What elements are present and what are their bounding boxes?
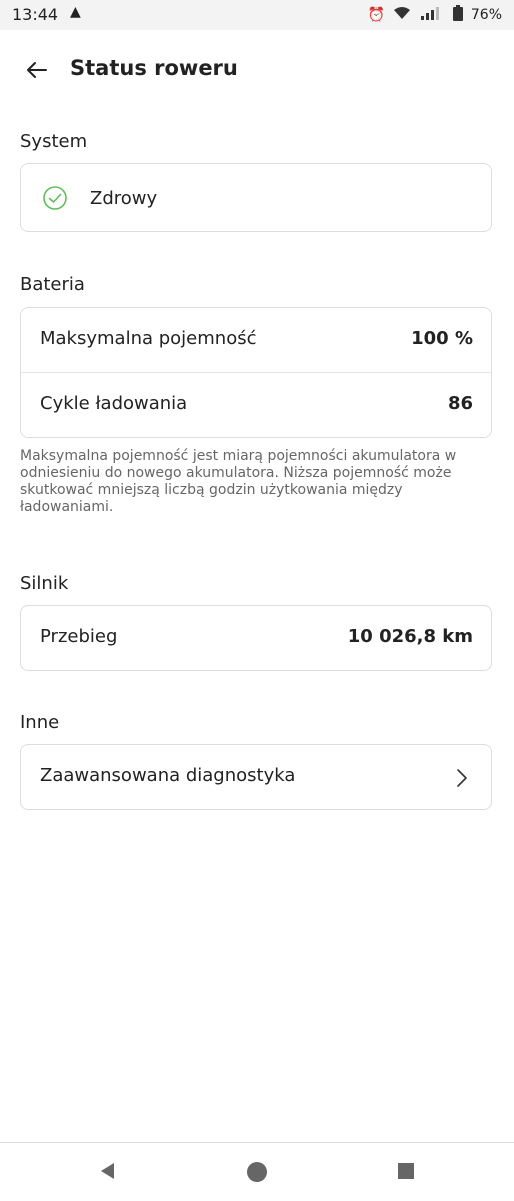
triangle-back-icon <box>101 1163 114 1179</box>
max-capacity-value: 100 % <box>411 328 473 349</box>
chevron-right-icon <box>457 769 467 787</box>
page-title: Status roweru <box>70 56 238 80</box>
nav-recents-button[interactable] <box>396 1161 416 1185</box>
battery-row-charge-cycles: Cykle ładowania 86 <box>21 372 491 437</box>
advanced-diagnostics-item[interactable]: Zaawansowana diagnostyka <box>21 745 491 809</box>
system-navigation-bar <box>0 1142 514 1201</box>
warning-icon: ▲ <box>70 4 81 20</box>
max-capacity-label: Maksymalna pojemność <box>40 328 257 349</box>
section-title-other: Inne <box>20 712 60 733</box>
back-button[interactable] <box>22 54 54 86</box>
battery-percent: 76% <box>470 7 502 23</box>
nav-home-button[interactable] <box>246 1161 268 1187</box>
circle-home-icon <box>247 1162 267 1182</box>
system-status-card: Zdrowy <box>20 163 492 232</box>
alarm-icon: ⏰ <box>367 7 385 23</box>
app-bar: Status roweru <box>0 52 514 92</box>
section-title-motor: Silnik <box>20 573 69 594</box>
battery-note: Maksymalna pojemność jest miarą pojemnoś… <box>20 448 457 515</box>
other-card: Zaawansowana diagnostyka <box>20 744 492 810</box>
battery-card: Maksymalna pojemność 100 % Cykle ładowan… <box>20 307 492 438</box>
signal-icon <box>419 6 445 24</box>
advanced-diagnostics-label: Zaawansowana diagnostyka <box>40 765 296 786</box>
mileage-label: Przebieg <box>40 626 118 647</box>
status-time: 13:44 <box>12 5 59 24</box>
section-title-system: System <box>20 131 88 152</box>
motor-card: Przebieg 10 026,8 km <box>20 605 492 671</box>
status-bar: 13:44 ▲ ⏰ 76% <box>0 0 514 30</box>
arrow-left-icon <box>27 62 47 78</box>
system-status-text: Zdrowy <box>90 188 158 209</box>
charge-cycles-value: 86 <box>447 393 473 414</box>
motor-row-mileage: Przebieg 10 026,8 km <box>21 606 491 670</box>
wifi-icon <box>393 6 411 24</box>
square-recents-icon <box>398 1163 414 1179</box>
status-icons: ⏰ 76% <box>367 5 502 25</box>
battery-icon <box>452 5 463 25</box>
charge-cycles-label: Cykle ładowania <box>40 393 188 414</box>
check-circle-icon <box>43 186 67 210</box>
section-title-battery: Bateria <box>20 274 85 295</box>
nav-back-button[interactable] <box>98 1161 116 1185</box>
mileage-value: 10 026,8 km <box>347 626 473 647</box>
battery-row-max-capacity: Maksymalna pojemność 100 % <box>21 308 491 372</box>
